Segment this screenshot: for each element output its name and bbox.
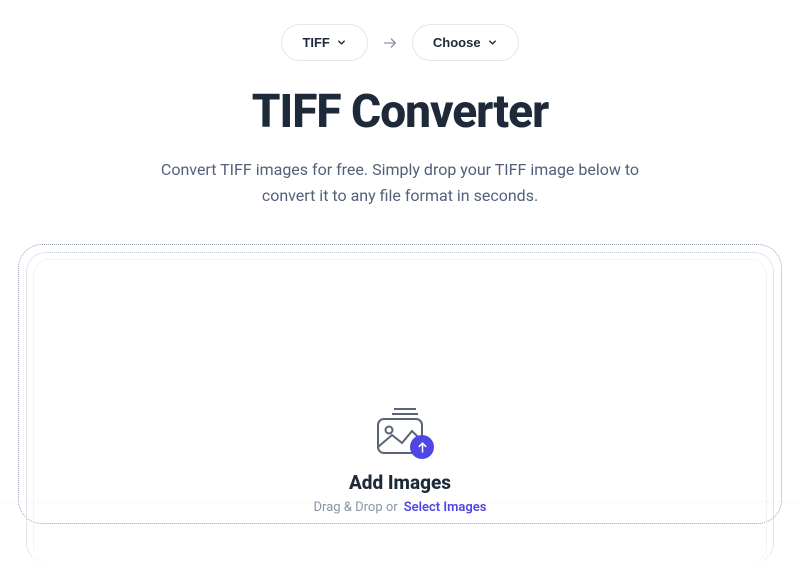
source-format-label: TIFF xyxy=(302,35,329,50)
page-title: TIFF Converter xyxy=(18,85,782,139)
source-format-button[interactable]: TIFF xyxy=(281,24,367,61)
page-description: Convert TIFF images for free. Simply dro… xyxy=(140,157,660,208)
upload-arrow-icon xyxy=(410,435,434,459)
select-images-link[interactable]: Select Images xyxy=(404,500,487,515)
dragdrop-hint: Drag & Drop or Select Images xyxy=(314,500,487,515)
arrow-right-icon xyxy=(382,35,398,51)
dragdrop-text: Drag & Drop or xyxy=(314,500,398,515)
target-format-button[interactable]: Choose xyxy=(412,24,519,61)
dropzone-wrapper: Add Images Drag & Drop or Select Images xyxy=(18,244,782,524)
image-upload-icon xyxy=(372,407,428,457)
file-dropzone[interactable]: Add Images Drag & Drop or Select Images xyxy=(18,244,782,524)
converter-page: TIFF Choose TIFF Converter Convert TIFF … xyxy=(0,0,800,501)
format-selector-row: TIFF Choose xyxy=(18,24,782,61)
add-images-title: Add Images xyxy=(349,471,451,494)
target-format-label: Choose xyxy=(433,35,481,50)
chevron-down-icon xyxy=(487,37,498,48)
chevron-down-icon xyxy=(336,37,347,48)
